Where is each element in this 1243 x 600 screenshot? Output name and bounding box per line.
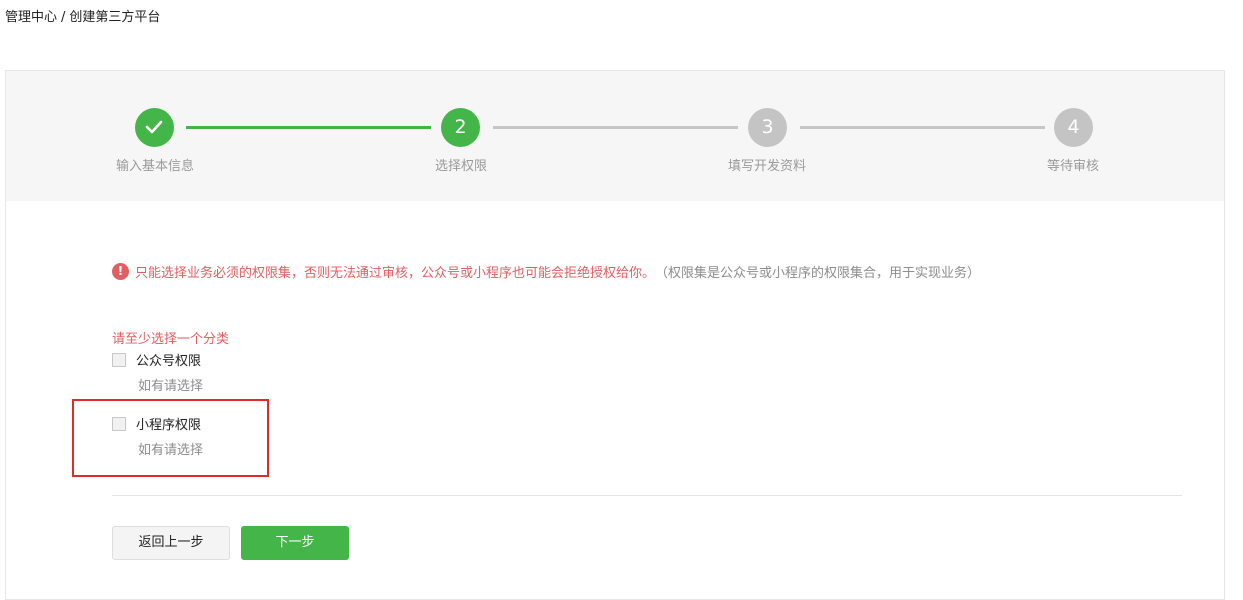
step-4-circle: 4 [1054,108,1093,147]
step-connector-3 [800,126,1045,129]
official-account-checkbox[interactable] [112,352,126,367]
breadcrumb-separator: / [61,10,66,25]
official-account-permission-toggle[interactable]: 公众号权限 [112,350,203,369]
official-account-desc: 如有请选择 [138,379,204,394]
warning-main-text: 只能选择业务必须的权限集，否则无法通过审核，公众号或小程序也可能会拒绝授权给你。 [135,266,656,281]
step-2-circle: 2 [441,108,480,147]
step-4-label: 等待审核 [1046,159,1100,174]
option-official-account: 公众号权限 如有请选择 [112,350,203,394]
warning-sub-text: （权限集是公众号或小程序的权限集合，用于实现业务） [655,266,981,281]
next-button[interactable]: 下一步 [241,526,349,560]
step-3-circle: 3 [748,108,787,147]
step-connector-2 [493,126,738,129]
official-account-label: 公众号权限 [136,354,202,369]
breadcrumb-root-link[interactable]: 管理中心 [5,10,57,25]
highlight-annotation-box [72,399,269,477]
create-platform-panel: 2 3 4 输入基本信息 选择权限 填写开发资料 等待审核 ! 只能选择业务必须… [5,70,1225,600]
breadcrumb: 管理中心 / 创建第三方平台 [5,6,160,25]
back-button[interactable]: 返回上一步 [112,526,230,560]
required-category-tip: 请至少选择一个分类 [112,332,230,347]
permission-warning: ! 只能选择业务必须的权限集，否则无法通过审核，公众号或小程序也可能会拒绝授权给… [112,262,980,281]
step-progress-bar: 2 3 4 输入基本信息 选择权限 填写开发资料 等待审核 [6,71,1224,201]
step-3-label: 填写开发资料 [727,159,807,174]
form-divider [112,495,1182,496]
warning-icon: ! [112,263,129,280]
step-1-done-circle [135,108,174,147]
step-1-label: 输入基本信息 [115,159,195,174]
step-connector-1 [186,126,431,129]
step-2-label: 选择权限 [434,159,488,174]
breadcrumb-current: 创建第三方平台 [69,10,161,25]
checkmark-icon [145,120,163,134]
